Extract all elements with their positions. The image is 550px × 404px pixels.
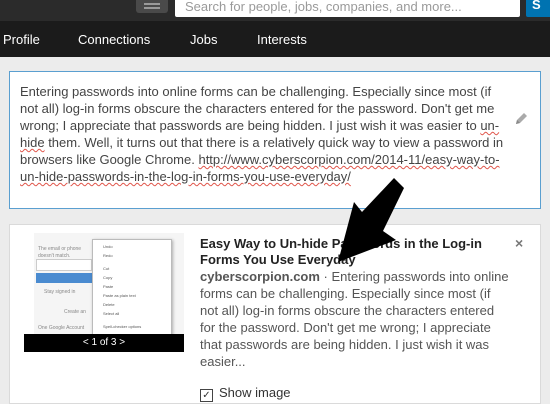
pencil-icon[interactable]	[514, 112, 528, 126]
thumb-text-5: One Google Account	[38, 325, 85, 331]
preview-domain: cyberscorpion.com	[200, 269, 320, 284]
share-composer[interactable]: Entering passwords into online forms can…	[9, 71, 541, 209]
preview-description: Entering passwords into online forms can…	[200, 269, 509, 369]
thumb-text-4: Create an	[64, 309, 86, 315]
thumb-menu-item: Cut	[103, 266, 110, 271]
nav-item-interests[interactable]: Interests	[257, 32, 307, 47]
thumb-menu-item: Redo	[103, 253, 113, 258]
apps-menu-icon[interactable]	[136, 0, 168, 13]
thumb-menu-item: Delete	[103, 302, 115, 307]
search-button-label: S	[532, 0, 541, 12]
top-bar: Search for people, jobs, companies, and …	[0, 0, 550, 21]
composer-text[interactable]: Entering passwords into online forms can…	[20, 83, 505, 185]
preview-separator: ·	[319, 269, 332, 284]
show-image-label: Show image	[219, 385, 291, 400]
thumb-menu-item: Undo	[103, 244, 113, 249]
thumb-text-1: The email or phone	[38, 246, 82, 252]
search-placeholder: Search for people, jobs, companies, and …	[185, 0, 462, 14]
thumb-menu-item: Select all	[103, 311, 120, 316]
main-nav: Profile Connections Jobs Interests	[0, 21, 550, 57]
search-input[interactable]: Search for people, jobs, companies, and …	[175, 0, 520, 17]
preview-title[interactable]: Easy Way to Un-hide Passwords in the Log…	[200, 236, 500, 268]
composer-text-lead: Entering passwords into online forms can…	[20, 84, 495, 133]
nav-item-connections[interactable]: Connections	[78, 32, 150, 47]
nav-item-profile[interactable]: Profile	[3, 32, 40, 47]
search-button[interactable]: S	[526, 0, 550, 17]
preview-thumbnail: The email or phone doesn't match. Stay s…	[24, 233, 184, 352]
nav-item-jobs[interactable]: Jobs	[190, 32, 217, 47]
thumb-text-3: Stay signed in	[44, 289, 76, 295]
thumb-menu-item: Paste	[103, 284, 114, 289]
thumb-signin-button	[36, 273, 96, 283]
thumb-menu-item: Paste as plain text	[103, 293, 136, 298]
checkbox-icon[interactable]: ✓	[200, 389, 213, 402]
link-preview-card: The email or phone doesn't match. Stay s…	[9, 224, 541, 404]
thumb-input-box	[36, 259, 92, 271]
close-icon[interactable]: ×	[515, 235, 523, 251]
thumb-menu-item: Copy	[103, 275, 113, 280]
thumb-menu-item: Spell-checker options	[103, 324, 142, 329]
thumbnail-pager[interactable]: < 1 of 3 >	[24, 334, 184, 352]
show-image-checkbox[interactable]: ✓ Show image	[200, 385, 291, 402]
preview-description-block: cyberscorpion.com · Entering passwords i…	[200, 268, 510, 370]
